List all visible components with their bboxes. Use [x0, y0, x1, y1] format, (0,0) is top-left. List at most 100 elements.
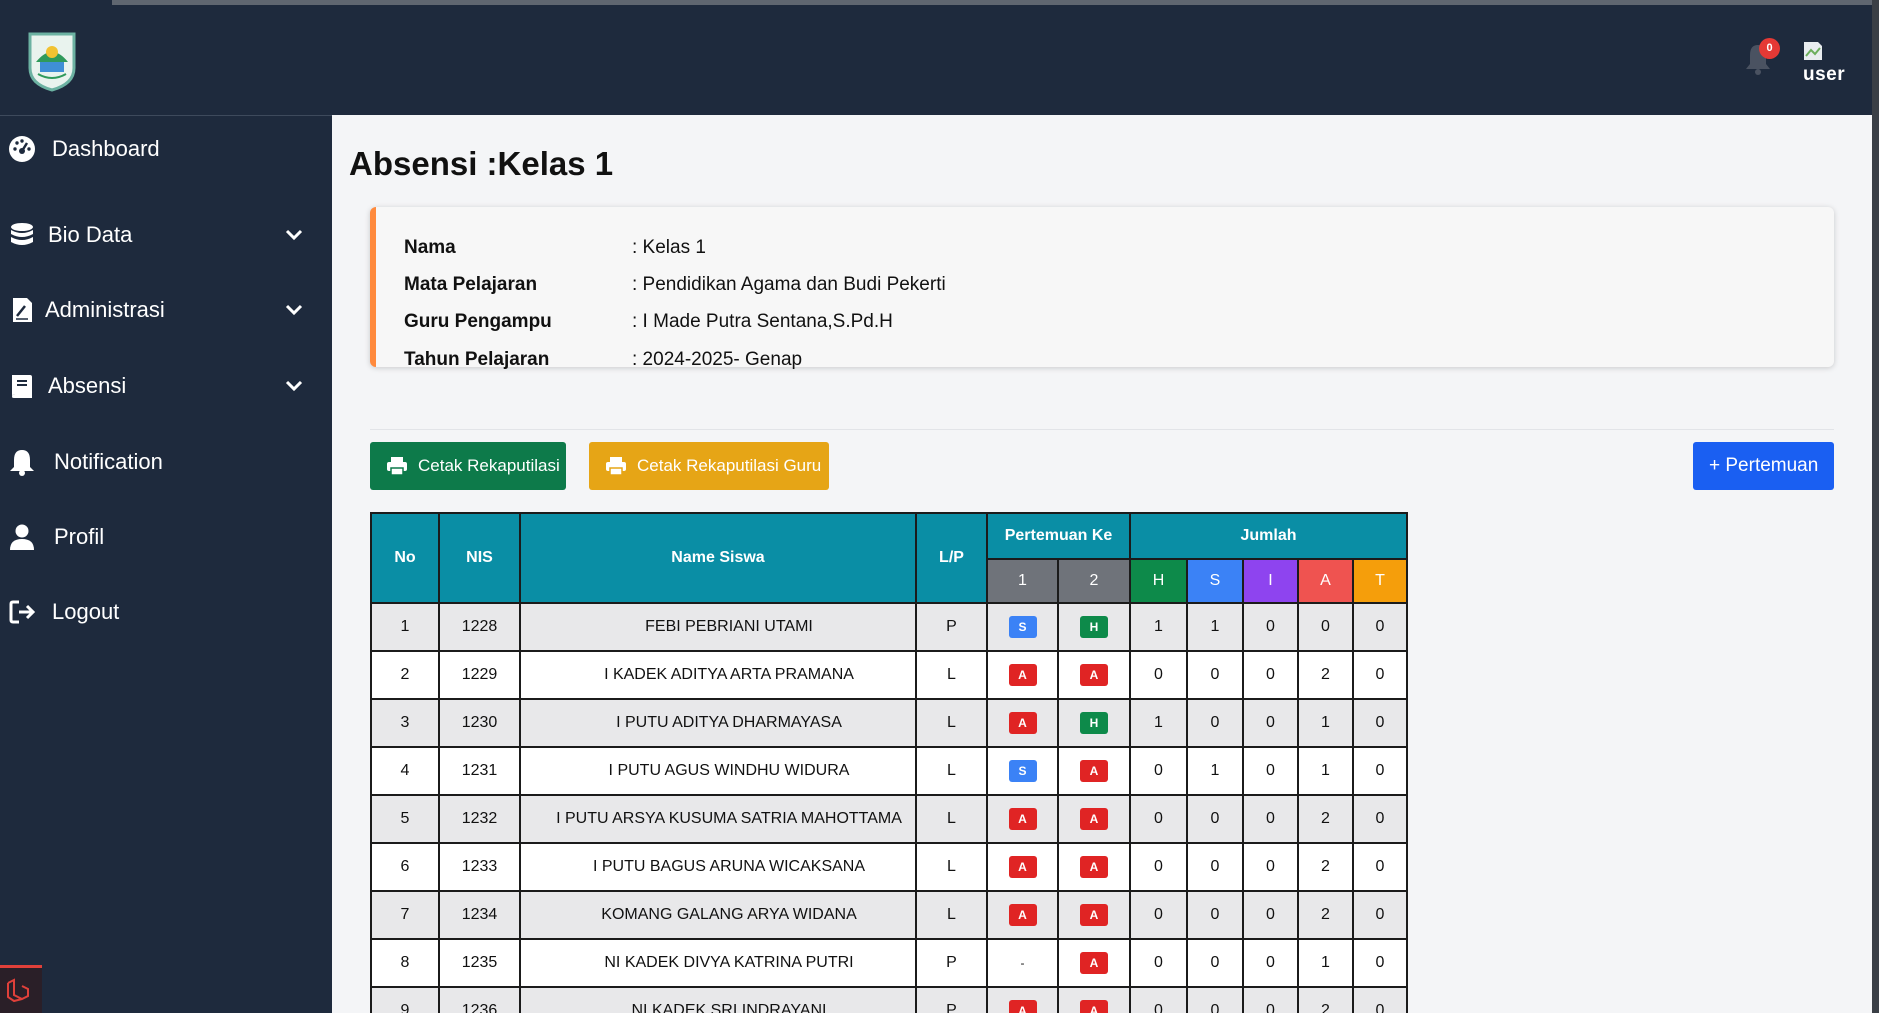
sidebar-item-label: Notification: [54, 449, 163, 474]
status-badge[interactable]: A: [1008, 904, 1037, 926]
add-meeting-button[interactable]: + Pertemuan: [1693, 442, 1834, 490]
cell-t: 0: [1352, 746, 1408, 796]
cell-t: 0: [1352, 650, 1408, 700]
meeting-status-cell: A: [1057, 650, 1131, 700]
status-badge[interactable]: A: [1080, 856, 1108, 878]
cell-name: NI KADEK SRI INDRAYANI: [519, 986, 917, 1013]
meeting-status-cell: S: [986, 602, 1059, 652]
meeting-status-cell: A: [986, 986, 1059, 1013]
cell-name: NI KADEK DIVYA KATRINA PUTRI: [519, 938, 917, 988]
cell-a: 2: [1297, 650, 1354, 700]
cell-lp: L: [915, 794, 988, 844]
status-badge[interactable]: A: [1008, 856, 1037, 878]
status-badge[interactable]: -: [1009, 952, 1037, 974]
cell-i: 0: [1242, 602, 1299, 652]
status-badge[interactable]: S: [1008, 760, 1037, 782]
cell-s: 0: [1186, 986, 1244, 1013]
cell-no: 2: [370, 650, 440, 700]
sidebar-item-label: Administrasi: [45, 297, 165, 322]
cell-name: I PUTU ADITYA DHARMAYASA: [519, 698, 917, 748]
col-header-hadir: H: [1129, 558, 1188, 604]
cell-a: 1: [1297, 938, 1354, 988]
cell-t: 0: [1352, 890, 1408, 940]
cell-no: 7: [370, 890, 440, 940]
cell-nis: 1232: [438, 794, 521, 844]
cell-no: 9: [370, 986, 440, 1013]
book-icon: [12, 375, 32, 398]
cell-lp: P: [915, 938, 988, 988]
cell-nis: 1230: [438, 698, 521, 748]
meeting-status-cell: A: [986, 842, 1059, 892]
col-header-nis: NIS: [438, 512, 521, 604]
user-avatar[interactable]: user: [1802, 40, 1845, 85]
chevron-down-icon: [285, 380, 303, 392]
cell-a: 2: [1297, 986, 1354, 1013]
page-title: Absensi :Kelas 1: [349, 145, 614, 182]
status-badge[interactable]: A: [1080, 808, 1108, 830]
sidebar: Dashboard Bio Data Administrasi Absensi: [0, 115, 332, 1013]
cell-h: 1: [1129, 698, 1188, 748]
cell-name: I PUTU AGUS WINDHU WIDURA: [519, 746, 917, 796]
info-label: Guru Pengampu: [404, 311, 552, 332]
cell-nis: 1231: [438, 746, 521, 796]
table-row: 3 1230 I PUTU ADITYA DHARMAYASA L A H 1 0 0 1 0: [370, 698, 1408, 748]
status-badge[interactable]: A: [1080, 1000, 1108, 1013]
status-badge[interactable]: S: [1008, 616, 1037, 638]
cell-a: 2: [1297, 890, 1354, 940]
status-badge[interactable]: H: [1080, 616, 1108, 638]
cell-h: 0: [1129, 650, 1188, 700]
cell-s: 0: [1186, 794, 1244, 844]
status-badge[interactable]: A: [1080, 952, 1108, 974]
status-badge[interactable]: A: [1080, 904, 1108, 926]
sidebar-item-administrasi[interactable]: Administrasi: [0, 285, 332, 335]
cell-nis: 1229: [438, 650, 521, 700]
status-badge[interactable]: A: [1080, 760, 1108, 782]
cell-t: 0: [1352, 986, 1408, 1013]
meeting-status-cell: H: [1057, 602, 1131, 652]
sidebar-item-dashboard[interactable]: Dashboard: [0, 124, 332, 174]
status-badge[interactable]: A: [1008, 664, 1037, 686]
col-header-meeting-1: 1: [986, 558, 1059, 604]
status-badge[interactable]: A: [1008, 712, 1037, 734]
status-badge[interactable]: A: [1008, 1000, 1037, 1013]
sidebar-item-absensi[interactable]: Absensi: [0, 361, 332, 411]
cell-h: 0: [1129, 794, 1188, 844]
print-teacher-recap-button[interactable]: Cetak Rekaputilasi Guru: [589, 442, 829, 490]
info-value: : Pendidikan Agama dan Budi Pekerti: [632, 274, 946, 295]
status-badge[interactable]: A: [1008, 808, 1037, 830]
school-logo-icon[interactable]: [26, 28, 78, 92]
cell-i: 0: [1242, 794, 1299, 844]
chevron-down-icon: [285, 229, 303, 241]
table-row: 2 1229 I KADEK ADITYA ARTA PRAMANA L A A 0 0 0 2 0: [370, 650, 1408, 700]
cell-s: 0: [1186, 938, 1244, 988]
cell-h: 1: [1129, 602, 1188, 652]
meeting-status-cell: S: [986, 746, 1059, 796]
cell-s: 0: [1186, 650, 1244, 700]
cell-lp: L: [915, 650, 988, 700]
sidebar-item-logout[interactable]: Logout: [0, 587, 332, 637]
database-icon: [11, 223, 33, 245]
sidebar-item-label: Dashboard: [52, 136, 160, 161]
sidebar-item-label: Logout: [52, 599, 120, 624]
sidebar-item-profil[interactable]: Profil: [0, 512, 332, 562]
print-recap-button[interactable]: Cetak Rekaputilasi: [370, 442, 566, 490]
cell-s: 0: [1186, 698, 1244, 748]
col-header-no: No: [370, 512, 440, 604]
info-value: : 2024-2025- Genap: [632, 349, 803, 370]
cell-lp: P: [915, 602, 988, 652]
window-right-edge: [1872, 0, 1879, 1013]
sidebar-item-bio-data[interactable]: Bio Data: [0, 210, 332, 260]
user-icon: [10, 524, 34, 550]
cell-h: 0: [1129, 890, 1188, 940]
sidebar-item-label: Profil: [54, 524, 105, 549]
meeting-status-cell: A: [986, 890, 1059, 940]
broken-image-icon: [1804, 42, 1822, 60]
framework-badge[interactable]: [0, 965, 42, 1013]
info-value: : Kelas 1: [632, 237, 706, 258]
status-badge[interactable]: A: [1080, 664, 1108, 686]
col-header-alpha: A: [1297, 558, 1354, 604]
cell-name: I KADEK ADITYA ARTA PRAMANA: [519, 650, 917, 700]
col-header-name: Name Siswa: [519, 512, 917, 604]
sidebar-item-notification[interactable]: Notification: [0, 437, 332, 487]
status-badge[interactable]: H: [1080, 712, 1108, 734]
